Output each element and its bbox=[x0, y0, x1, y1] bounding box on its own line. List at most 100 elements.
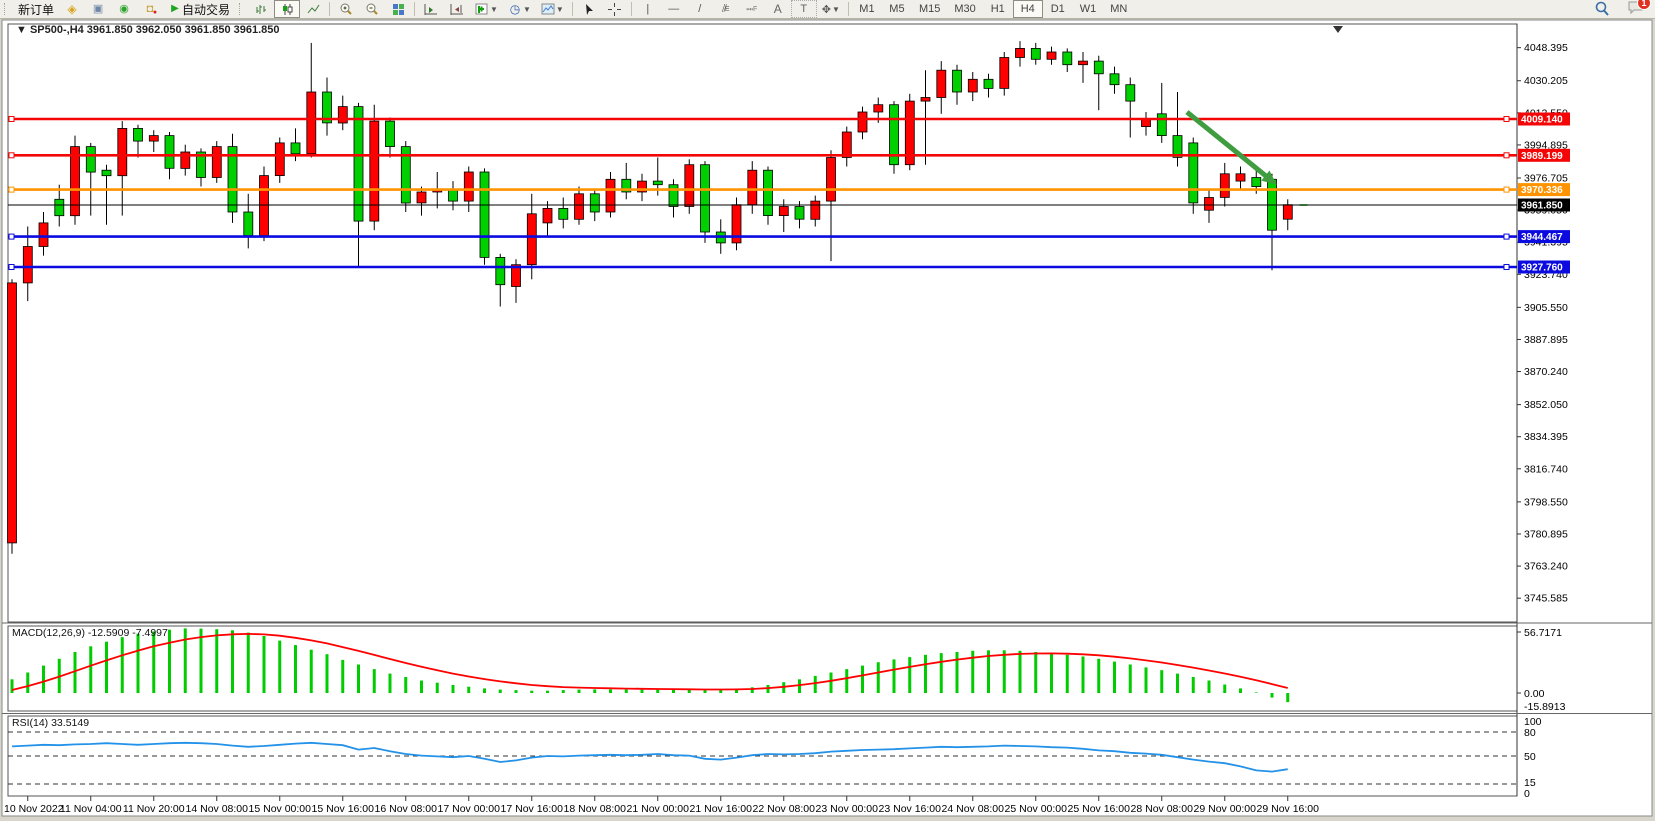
zoom-in-icon[interactable] bbox=[333, 0, 359, 18]
level-endpoint-marker[interactable] bbox=[9, 265, 14, 270]
chart-person-icon[interactable]: ▣ bbox=[85, 0, 111, 18]
date-tick-label: 24 Nov 08:00 bbox=[942, 803, 1005, 815]
chart-shift-icon[interactable] bbox=[444, 0, 470, 18]
chat-icon[interactable]: 1 bbox=[1627, 0, 1645, 18]
equidistant-channel-icon[interactable]: ⫽E bbox=[713, 0, 739, 18]
timeframe-M5[interactable]: M5 bbox=[882, 0, 912, 18]
candle bbox=[464, 172, 473, 201]
indicators-icon[interactable]: ▼ bbox=[470, 0, 503, 18]
rsi-axis-label: 0 bbox=[1524, 788, 1530, 800]
timeframe-H1[interactable]: H1 bbox=[983, 0, 1013, 18]
price-tag: 3961.850 bbox=[1518, 199, 1570, 212]
candle bbox=[858, 112, 867, 132]
trendline-icon[interactable]: / bbox=[687, 0, 713, 18]
candle bbox=[1283, 205, 1292, 220]
level-endpoint-marker[interactable] bbox=[9, 187, 14, 192]
candle bbox=[1047, 52, 1056, 59]
chevron-down-icon: ▼ bbox=[832, 5, 840, 14]
macd-pane[interactable] bbox=[8, 626, 1517, 711]
level-endpoint-marker[interactable] bbox=[1504, 265, 1509, 270]
level-endpoint-marker[interactable] bbox=[9, 117, 14, 122]
candle bbox=[1126, 85, 1135, 101]
svg-text:3927.760: 3927.760 bbox=[1521, 263, 1563, 274]
rsi-axis-label: 80 bbox=[1524, 727, 1536, 739]
date-tick-label: 10 Nov 2022 bbox=[4, 803, 64, 815]
date-tick-label: 16 Nov 08:00 bbox=[375, 803, 438, 815]
price-axis-label: 4048.395 bbox=[1524, 42, 1568, 54]
timeframe-H4[interactable]: H4 bbox=[1013, 0, 1043, 18]
text-icon[interactable]: A bbox=[765, 0, 791, 18]
green-signal-icon[interactable]: ◉ bbox=[111, 0, 137, 18]
new-order-button[interactable]: 新订单 bbox=[13, 0, 59, 18]
candle bbox=[1031, 48, 1040, 59]
cursor-icon[interactable] bbox=[576, 0, 602, 18]
bar-chart-icon[interactable] bbox=[248, 0, 274, 18]
candle bbox=[1220, 174, 1229, 198]
candle bbox=[86, 147, 95, 173]
timeframe-W1[interactable]: W1 bbox=[1073, 0, 1104, 18]
main-pane[interactable] bbox=[8, 24, 1517, 622]
level-endpoint-marker[interactable] bbox=[1504, 187, 1509, 192]
price-tag: 3989.199 bbox=[1518, 149, 1570, 162]
level-endpoint-marker[interactable] bbox=[1504, 117, 1509, 122]
arrows-icon[interactable]: ✥▼ bbox=[817, 0, 845, 18]
price-axis-label: 4030.205 bbox=[1524, 75, 1568, 87]
chart-region[interactable]: ▼ SP500-,H4 3961.850 3962.050 3961.850 3… bbox=[0, 18, 1655, 821]
price-axis-label: 3798.550 bbox=[1524, 496, 1568, 508]
auto-scroll-icon[interactable] bbox=[418, 0, 444, 18]
date-tick-label: 28 Nov 08:00 bbox=[1131, 803, 1194, 815]
timeframe-MN[interactable]: MN bbox=[1103, 0, 1134, 18]
vertical-line-icon[interactable]: | bbox=[635, 0, 661, 18]
candle bbox=[543, 208, 552, 223]
price-tag: 3944.467 bbox=[1518, 230, 1570, 243]
price-axis-label: 3834.395 bbox=[1524, 431, 1568, 443]
candle bbox=[527, 214, 536, 265]
candle bbox=[984, 79, 993, 88]
candle bbox=[937, 70, 946, 97]
timeframe-M30[interactable]: M30 bbox=[947, 0, 982, 18]
candle bbox=[55, 199, 64, 215]
chart-canvas[interactable]: ▼ SP500-,H4 3961.850 3962.050 3961.850 3… bbox=[0, 18, 1655, 821]
date-tick-label: 11 Nov 20:00 bbox=[123, 803, 185, 815]
level-endpoint-marker[interactable] bbox=[9, 153, 14, 158]
fibonacci-icon[interactable]: ┉F bbox=[739, 0, 765, 18]
candle bbox=[417, 192, 426, 203]
timeframe-M15[interactable]: M15 bbox=[912, 0, 947, 18]
candle bbox=[968, 79, 977, 92]
chevron-down-icon: ▼ bbox=[556, 5, 564, 14]
level-endpoint-marker[interactable] bbox=[1504, 153, 1509, 158]
search-icon[interactable] bbox=[1589, 0, 1615, 18]
basket-icon[interactable]: ◘ ● bbox=[137, 0, 163, 18]
candle bbox=[449, 190, 458, 201]
date-tick-label: 21 Nov 16:00 bbox=[690, 803, 753, 815]
candle bbox=[764, 170, 773, 215]
line-chart-icon[interactable] bbox=[300, 0, 326, 18]
candle bbox=[39, 223, 48, 247]
text-label-icon[interactable]: T bbox=[791, 0, 817, 18]
level-endpoint-marker[interactable] bbox=[9, 234, 14, 239]
chat-badge: 1 bbox=[1637, 0, 1651, 10]
periods-icon[interactable]: ◷ ▼ bbox=[503, 0, 536, 18]
tile-windows-icon[interactable] bbox=[385, 0, 411, 18]
price-axis-label: 3870.240 bbox=[1524, 366, 1568, 378]
candle bbox=[559, 208, 568, 219]
level-endpoint-marker[interactable] bbox=[1504, 234, 1509, 239]
macd-label: MACD(12,26,9) -12.5909 -7.4997 bbox=[12, 627, 168, 639]
zoom-out-icon[interactable] bbox=[359, 0, 385, 18]
candle bbox=[953, 70, 962, 92]
svg-text:3989.199: 3989.199 bbox=[1521, 151, 1563, 162]
date-tick-label: 23 Nov 00:00 bbox=[816, 803, 879, 815]
timeframe-M1[interactable]: M1 bbox=[852, 0, 882, 18]
date-tick-label: 23 Nov 16:00 bbox=[879, 803, 942, 815]
templates-icon[interactable]: ▼ bbox=[536, 0, 569, 18]
candlestick-icon[interactable] bbox=[274, 0, 300, 18]
crosshair-icon[interactable] bbox=[602, 0, 628, 18]
yellow-stack-icon[interactable]: ◈ bbox=[59, 0, 85, 18]
candle bbox=[795, 207, 804, 220]
timeframe-D1[interactable]: D1 bbox=[1043, 0, 1073, 18]
candle bbox=[842, 132, 851, 158]
horizontal-line-icon[interactable]: — bbox=[661, 0, 687, 18]
price-tag: 4009.140 bbox=[1518, 113, 1570, 126]
date-tick-label: 17 Nov 00:00 bbox=[438, 803, 501, 815]
auto-trading-button[interactable]: ▶ 自动交易 bbox=[163, 0, 235, 18]
